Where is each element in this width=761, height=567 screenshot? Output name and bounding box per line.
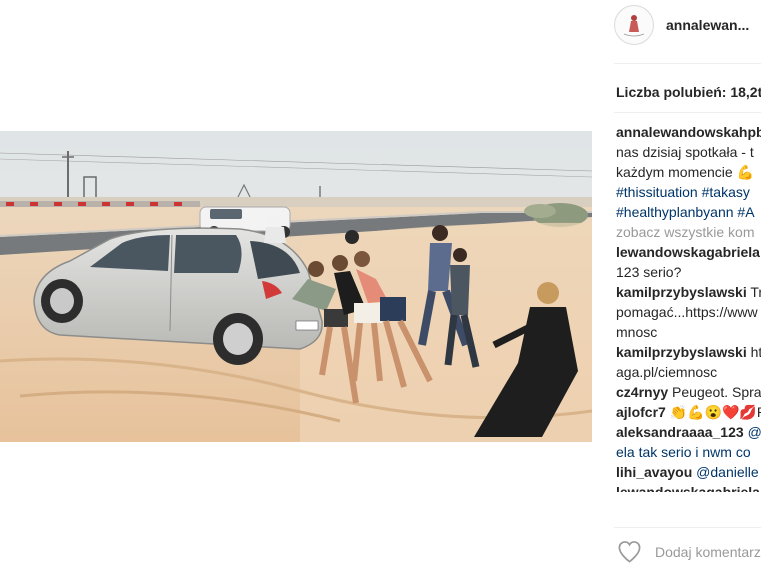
post-sidebar: annalewan... Liczba polubień: 18,2t anna… bbox=[592, 0, 761, 567]
comment-username[interactable]: aleksandraaaa_123 bbox=[616, 424, 744, 440]
actions-divider bbox=[614, 527, 761, 528]
caption-line: nas dzisiaj spotkała - t bbox=[616, 144, 754, 160]
comment-mention[interactable]: @danielle bbox=[696, 464, 758, 480]
comment-text: 123 serio? bbox=[616, 264, 682, 280]
avatar-logo-icon bbox=[616, 7, 652, 43]
comment: aleksandraaaa_123 @ bbox=[616, 423, 761, 441]
comment-username[interactable]: ajlofcr7 bbox=[616, 404, 666, 420]
post-media-area bbox=[0, 0, 592, 567]
comments-list: annalewandowskahpb nas dzisiaj spotkała … bbox=[616, 123, 761, 494]
comment-username[interactable]: kamilprzybyslawski bbox=[616, 344, 747, 360]
post-actions: Dodaj komentarz bbox=[616, 538, 761, 565]
comment-text[interactable]: @ bbox=[748, 424, 761, 440]
view-all-comments-link[interactable]: zobacz wszystkie kom bbox=[616, 223, 761, 241]
add-comment-input[interactable]: Dodaj komentarz bbox=[655, 544, 761, 560]
caption-hashtags[interactable]: #healthyplanbyann #A bbox=[616, 203, 761, 221]
post-photo[interactable] bbox=[0, 131, 592, 442]
comment-text: Tr bbox=[750, 284, 761, 300]
comment-text: ela tak serio i nwm co bbox=[616, 443, 761, 461]
post-username[interactable]: annalewan... bbox=[666, 17, 749, 33]
desert-car-photo bbox=[0, 131, 592, 442]
comment-text: 👏💪😮❤️💋PL bbox=[669, 404, 761, 420]
likes-divider bbox=[614, 112, 761, 113]
comment-username[interactable]: cz4rnyy bbox=[616, 384, 668, 400]
comment-username[interactable]: kamilprzybyslawski bbox=[616, 284, 747, 300]
likes-count[interactable]: Liczba polubień: 18,2t bbox=[616, 84, 761, 100]
comment: kamilprzybyslawski ht bbox=[616, 343, 761, 361]
comment: lihi_avayou @danielle bbox=[616, 463, 761, 481]
comment: ajlofcr7 👏💪😮❤️💋PL bbox=[616, 403, 761, 421]
caption-username[interactable]: annalewandowskahpb bbox=[616, 124, 761, 140]
comment-username[interactable]: lihi_avayou bbox=[616, 464, 692, 480]
comment-username[interactable]: lewandowskagabriela bbox=[616, 244, 760, 260]
caption: annalewandowskahpb bbox=[616, 123, 761, 141]
comment: cz4rnyy Peugeot. Spra bbox=[616, 383, 761, 401]
caption-line: każdym momencie 💪 bbox=[616, 164, 755, 180]
comment: lewandowskagabriela bbox=[616, 483, 761, 492]
comment-text: Peugeot. Spra bbox=[672, 384, 761, 400]
post-header: annalewan... bbox=[614, 4, 761, 46]
comment: lewandowskagabriela bbox=[616, 243, 761, 261]
comment-mention[interactable]: ela tak serio i nwm co bbox=[616, 444, 751, 460]
avatar[interactable] bbox=[614, 5, 654, 45]
comment-username[interactable]: lewandowskagabriela bbox=[616, 484, 760, 492]
comment-text: aga.pl/ciemnosc bbox=[616, 364, 718, 380]
header-divider bbox=[614, 63, 761, 64]
heart-icon[interactable] bbox=[616, 538, 643, 565]
comment-text: mnosc bbox=[616, 324, 658, 340]
comment: kamilprzybyslawski Tr bbox=[616, 283, 761, 301]
caption-hashtags[interactable]: #thissituation #takasy bbox=[616, 183, 761, 201]
comment-text: pomagać...https://www bbox=[616, 304, 758, 320]
comment-text: ht bbox=[750, 344, 761, 360]
